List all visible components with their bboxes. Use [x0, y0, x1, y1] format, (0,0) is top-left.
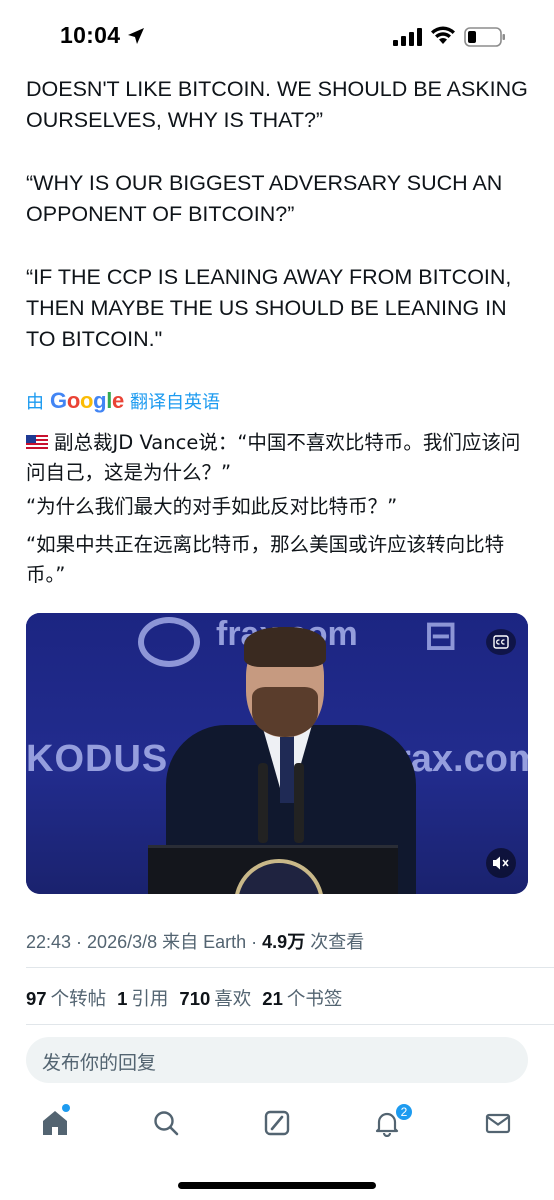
- microphone: [294, 763, 304, 843]
- status-time: 10:04: [60, 22, 121, 48]
- tweet-meta: 22:43 · 2026/3/8 来自 Earth · 4.9万 次查看: [26, 932, 365, 952]
- translated-text: 副总裁JD Vance说：“中国不喜欢比特币。我们应该问问自己，这是为什么？”: [26, 431, 521, 484]
- captions-icon[interactable]: [486, 629, 516, 655]
- backdrop-text: rax.com: [396, 738, 528, 780]
- divider: [26, 1024, 554, 1025]
- engagement-stats: 97 个转帖 1 引用 710 喜欢 21 个书签: [26, 985, 353, 1011]
- translation-prefix: 由: [26, 392, 44, 412]
- stat-likes[interactable]: 710 喜欢: [179, 985, 251, 1011]
- notification-badge: 2: [394, 1102, 414, 1122]
- stat-quotes[interactable]: 1 引用: [117, 985, 168, 1011]
- speaker-tie: [280, 733, 294, 803]
- views-label: 次查看: [310, 932, 365, 952]
- speaker-beard: [252, 687, 318, 737]
- exodus-logo-shape: ⊟: [424, 614, 458, 658]
- speaker-muted-icon[interactable]: [486, 848, 516, 878]
- us-flag-icon: [26, 435, 48, 450]
- tweet-time: 22:43: [26, 932, 72, 952]
- mail-icon: [485, 1113, 511, 1134]
- stat-bookmarks[interactable]: 21 个书签: [262, 985, 342, 1011]
- search-icon: [154, 1111, 179, 1136]
- translated-paragraph: 副总裁JD Vance说：“中国不喜欢比特币。我们应该问问自己，这是为什么？”: [26, 428, 531, 488]
- status-bar: 10:04: [0, 0, 554, 76]
- tweet-text-paragraph: “WHY IS OUR BIGGEST ADVERSARY SUCH AN OP…: [26, 171, 503, 226]
- speaker-hair: [244, 627, 326, 667]
- stat-reposts[interactable]: 97 个转帖: [26, 985, 106, 1011]
- backdrop-text: KODUS: [26, 738, 169, 780]
- tweet-date: 2026/3/8: [87, 932, 158, 952]
- google-logo: Google: [50, 388, 124, 413]
- translation-attribution[interactable]: 由 Google 翻译自英语: [26, 388, 220, 414]
- reply-input[interactable]: 发布你的回复: [26, 1037, 528, 1083]
- home-icon: [43, 1111, 67, 1135]
- tweet-text-paragraph: “IF THE CCP IS LEANING AWAY FROM BITCOIN…: [26, 265, 512, 351]
- frax-logo-shape: [138, 617, 200, 667]
- cellular-signal-icon: [393, 28, 422, 46]
- new-posts-dot: [62, 1104, 70, 1112]
- tab-messages[interactable]: [481, 1106, 515, 1140]
- tweet-text-paragraph: DOESN'T LIKE BITCOIN. WE SHOULD BE ASKIN…: [26, 77, 528, 132]
- wifi-icon: [431, 26, 455, 44]
- bottom-tab-bar: 2: [0, 1098, 554, 1158]
- tab-grok[interactable]: [260, 1106, 294, 1140]
- tweet-source: 来自 Earth: [162, 932, 247, 952]
- microphone: [258, 763, 268, 843]
- battery-icon: [464, 27, 505, 47]
- translated-paragraph: “如果中共正在远离比特币，那么美国或许应该转向比特币。”: [26, 533, 505, 586]
- views-count: 4.9万: [262, 932, 306, 952]
- translated-paragraph: “为什么我们最大的对手如此反对比特币？”: [26, 495, 398, 518]
- home-indicator: [178, 1182, 376, 1189]
- grok-icon: [264, 1110, 290, 1136]
- tab-search[interactable]: [149, 1106, 183, 1140]
- divider: [26, 967, 554, 968]
- translation-suffix: 翻译自英语: [129, 392, 220, 412]
- tweet-video[interactable]: frax.com ⊟ KODUS rax.com: [26, 613, 528, 894]
- location-arrow-icon: [128, 28, 144, 44]
